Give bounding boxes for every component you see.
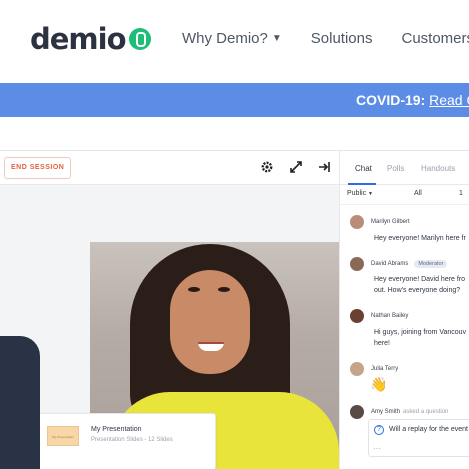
announcement-banner: COVID-19: Read C xyxy=(0,83,469,117)
chat-tabs: Chat Polls Handouts xyxy=(340,151,469,185)
presentation-title: My Presentation xyxy=(91,426,142,433)
avatar xyxy=(350,215,364,229)
exit-icon[interactable] xyxy=(316,160,332,176)
message-author-line: Amy Smith asked a question xyxy=(371,409,448,415)
presentation-card[interactable]: My Presentation My Presentation Presenta… xyxy=(38,413,216,469)
presenter-eye-right xyxy=(218,287,230,292)
message-text: Hey everyone! Marilyn here fr xyxy=(374,235,466,242)
banner-text: COVID-19: Read C xyxy=(356,92,469,108)
message-text: Hi guys, joining from Vancouv here! xyxy=(374,329,467,347)
webinar-app-window: END SESSION My Presentation My Presentat… xyxy=(0,150,469,469)
nav-links: Why Demio? ▼ Solutions Customers xyxy=(182,30,469,47)
presentation-thumbnail: My Presentation xyxy=(47,426,79,446)
message-author: Marilyn Gilbert xyxy=(371,219,410,225)
message-author: Nathan Bailey xyxy=(371,313,409,319)
tab-polls[interactable]: Polls xyxy=(387,164,404,173)
presenter-eye-left xyxy=(188,287,200,292)
end-session-button[interactable]: END SESSION xyxy=(4,157,72,179)
nav-link-why-demio[interactable]: Why Demio? ▼ xyxy=(182,30,282,47)
message-text: Hey everyone! David here fro out. How's … xyxy=(374,276,466,294)
message-author: Amy Smith xyxy=(371,409,401,415)
question-card[interactable]: ? Will a replay for the event ··· xyxy=(368,419,469,457)
chat-filter-bar: Public ▼ All 1 xyxy=(340,185,469,205)
message-author: Julia Terry xyxy=(371,366,399,372)
avatar xyxy=(350,309,364,323)
chevron-down-icon: ▼ xyxy=(271,33,282,44)
banner-link[interactable]: Read C xyxy=(429,92,469,108)
banner-prefix: COVID-19: xyxy=(356,92,426,108)
question-text: Will a replay for the event xyxy=(389,426,468,433)
moderator-badge: Moderator xyxy=(414,260,448,268)
logo-text: demio xyxy=(30,22,127,56)
chat-panel: Chat Polls Handouts Public ▼ All 1 Maril… xyxy=(339,151,469,469)
gear-icon[interactable] xyxy=(259,160,275,176)
participant-count: 1 xyxy=(459,190,463,197)
public-filter-label: Public xyxy=(347,190,367,197)
public-filter-dropdown[interactable]: Public ▼ xyxy=(347,190,373,197)
waving-hand-icon: 👋 xyxy=(370,376,388,392)
question-icon: ? xyxy=(374,425,384,435)
presenter-face xyxy=(170,270,250,374)
page: demio Why Demio? ▼ Solutions Customers CO… xyxy=(0,0,469,469)
nav-link-solutions[interactable]: Solutions xyxy=(311,30,373,47)
top-navigation: demio Why Demio? ▼ Solutions Customers xyxy=(0,0,469,80)
tab-handouts[interactable]: Handouts xyxy=(421,164,455,173)
avatar xyxy=(350,405,364,419)
avatar xyxy=(350,257,364,271)
tab-chat[interactable]: Chat xyxy=(355,164,372,173)
filter-all[interactable]: All xyxy=(414,190,422,197)
presentation-subtitle: Presentation Slides - 12 Slides xyxy=(91,437,173,443)
nav-link-customers[interactable]: Customers xyxy=(401,30,469,47)
demio-logo[interactable]: demio xyxy=(30,22,151,56)
more-options-icon[interactable]: ··· xyxy=(373,444,381,453)
microphone-logo-icon xyxy=(128,28,151,50)
attendee-video-partial xyxy=(0,336,40,469)
session-toolbar: END SESSION xyxy=(0,151,339,185)
asked-question-label: asked a question xyxy=(403,409,449,415)
message-author-line: David Abrams Moderator xyxy=(371,260,448,268)
nav-link-label: Why Demio? xyxy=(182,30,268,47)
chevron-down-icon: ▼ xyxy=(368,191,373,197)
expand-icon[interactable] xyxy=(288,160,304,176)
message-author: David Abrams xyxy=(371,261,409,267)
avatar xyxy=(350,362,364,376)
